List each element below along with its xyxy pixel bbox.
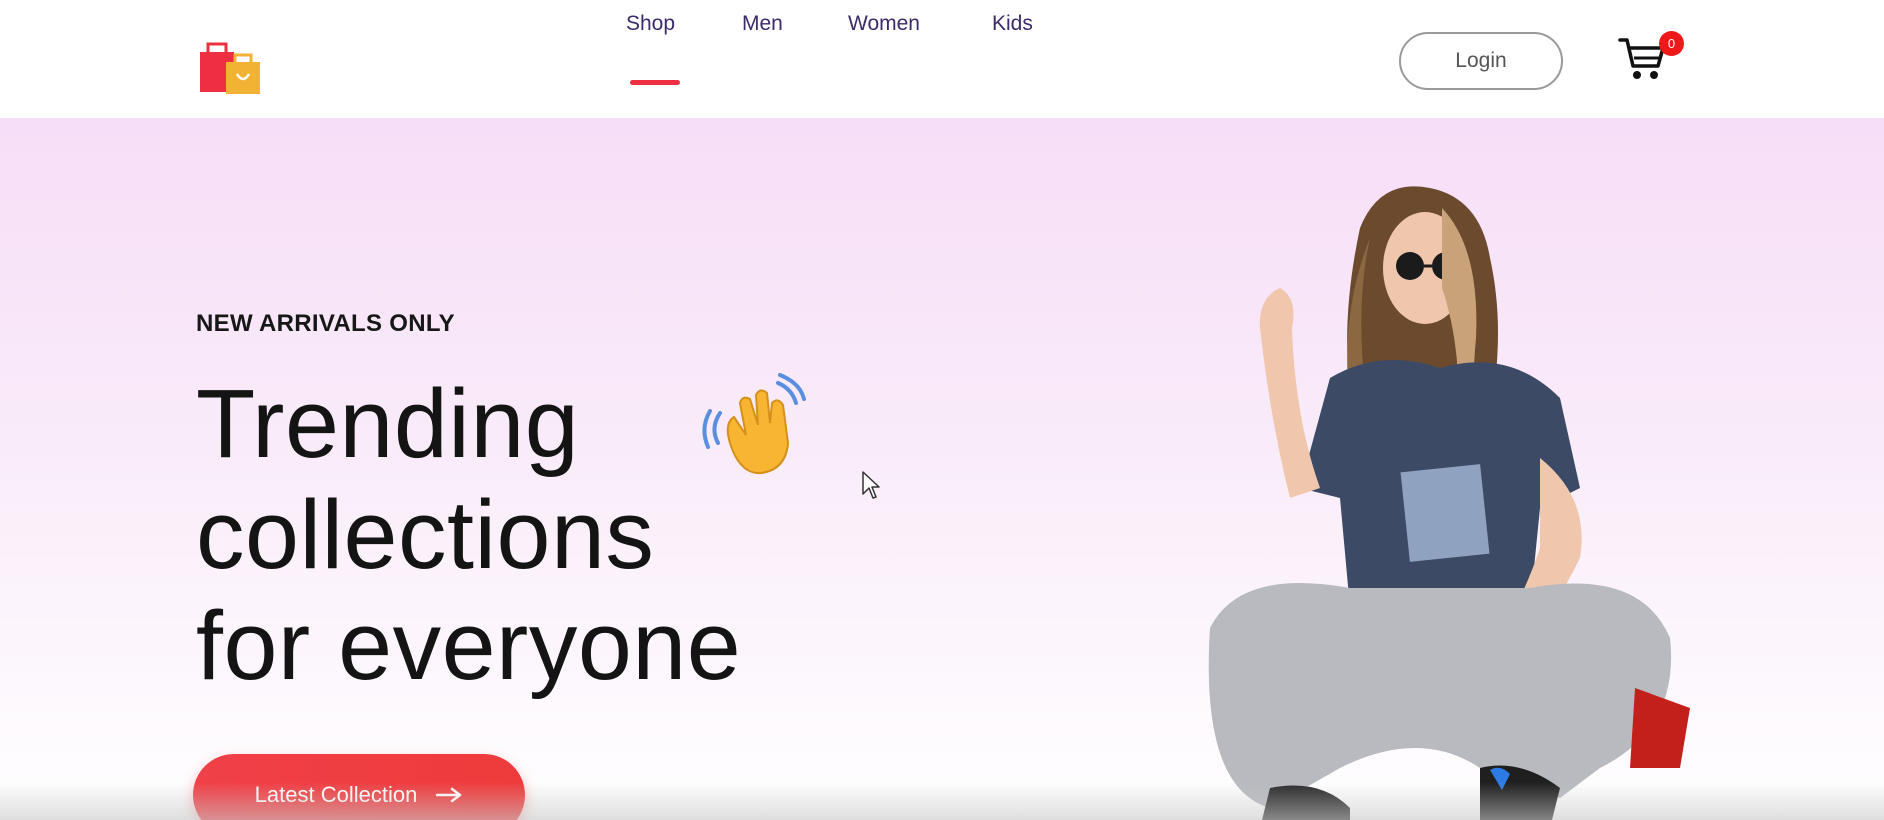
- latest-collection-button[interactable]: Latest Collection: [193, 754, 525, 820]
- hero-title-line-3: for everyone: [196, 591, 742, 700]
- hero-title-line-2: collections: [196, 480, 655, 589]
- login-button[interactable]: Login: [1399, 32, 1563, 90]
- cta-label: Latest Collection: [254, 782, 418, 807]
- nav-link-shop[interactable]: Shop: [626, 12, 675, 36]
- mouse-cursor-icon: [862, 471, 880, 499]
- nav-link-men[interactable]: Men: [742, 12, 783, 36]
- shopping-bags-icon[interactable]: [198, 40, 264, 96]
- hero-tagline: NEW ARRIVALS ONLY: [196, 310, 455, 337]
- model-photo: [1208, 186, 1690, 820]
- hero-title: Trending collections for everyone: [196, 368, 741, 701]
- cart-count-badge: 0: [1659, 31, 1684, 56]
- hero-section: NEW ARRIVALS ONLY Trending collections f…: [0, 118, 1884, 820]
- waving-hand-icon: [702, 373, 806, 475]
- hero-title-line-1: Trending: [196, 369, 580, 478]
- nav-link-women[interactable]: Women: [848, 12, 920, 36]
- nav-link-kids[interactable]: Kids: [992, 12, 1033, 36]
- navbar: Shop Men Women Kids Login 0: [0, 0, 1884, 118]
- active-underline: [630, 80, 680, 85]
- arrow-right-icon: [436, 787, 462, 803]
